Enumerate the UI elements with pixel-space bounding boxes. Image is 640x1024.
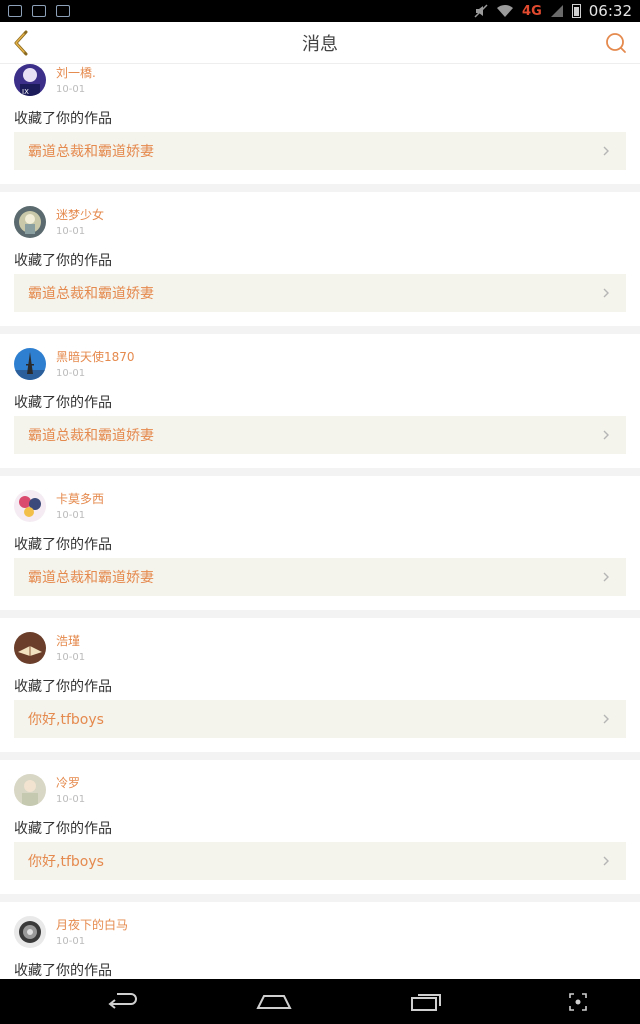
- username[interactable]: 刘一橋.: [56, 64, 96, 81]
- mute-icon: [474, 4, 488, 18]
- message-action: 收藏了你的作品: [14, 537, 112, 553]
- user-avatar-image: [14, 206, 46, 238]
- work-link[interactable]: 霸道总裁和霸道娇妻: [14, 416, 626, 454]
- clock: 06:32: [588, 2, 632, 20]
- work-link[interactable]: 霸道总裁和霸道娇妻: [14, 558, 626, 596]
- back-button[interactable]: [6, 26, 36, 60]
- download-notification-icon: [32, 5, 46, 17]
- app-header: 消息: [0, 22, 640, 64]
- svg-text:IX: IX: [22, 88, 29, 96]
- back-arrow-icon: [108, 993, 137, 1009]
- message-action: 收藏了你的作品: [14, 111, 112, 127]
- message-item[interactable]: 黑暗天使1870 10-01 收藏了你的作品 霸道总裁和霸道娇妻: [0, 334, 640, 468]
- message-item[interactable]: 冷罗 10-01 收藏了你的作品 你好,tfboys: [0, 760, 640, 894]
- chevron-right-icon: [603, 288, 609, 298]
- message-date: 10-01: [56, 652, 86, 663]
- message-action: 收藏了你的作品: [14, 821, 112, 837]
- message-action: 收藏了你的作品: [14, 395, 112, 411]
- avatar[interactable]: [14, 774, 46, 806]
- username[interactable]: 迷梦少女: [56, 206, 104, 223]
- work-title: 霸道总裁和霸道娇妻: [28, 428, 154, 444]
- wifi-icon: [497, 4, 514, 17]
- system-nav-bar: [0, 979, 640, 1024]
- page-title: 消息: [302, 33, 338, 55]
- home-icon: [256, 995, 292, 1009]
- chevron-right-icon: [603, 856, 609, 866]
- message-date: 10-01: [56, 226, 86, 237]
- message-date: 10-01: [56, 84, 86, 95]
- username[interactable]: 冷罗: [56, 774, 80, 791]
- message-item[interactable]: 浩瑾 10-01 收藏了你的作品 你好,tfboys: [0, 618, 640, 752]
- search-button[interactable]: [602, 29, 630, 57]
- user-avatar-image: [14, 774, 46, 806]
- message-list[interactable]: IX 刘一橋. 10-01 收藏了你的作品 霸道总裁和霸道娇妻 迷梦少女 10-…: [0, 64, 640, 979]
- message-date: 10-01: [56, 368, 86, 379]
- work-title: 你好,tfboys: [28, 712, 104, 728]
- message-date: 10-01: [56, 510, 86, 521]
- recent-apps-icon: [411, 994, 441, 1011]
- user-avatar-image: [14, 916, 46, 948]
- chevron-right-icon: [603, 430, 609, 440]
- message-item[interactable]: IX 刘一橋. 10-01 收藏了你的作品 霸道总裁和霸道娇妻: [0, 64, 640, 184]
- status-bar-system: 4G 06:32: [474, 2, 632, 20]
- status-bar: 4G 06:32: [0, 0, 640, 22]
- chevron-right-icon: [603, 714, 609, 724]
- username[interactable]: 卡莫多西: [56, 490, 104, 507]
- user-avatar-image: [14, 348, 46, 380]
- work-link[interactable]: 霸道总裁和霸道娇妻: [14, 132, 626, 170]
- screenshot-icon: [569, 993, 587, 1011]
- work-title: 霸道总裁和霸道娇妻: [28, 570, 154, 586]
- message-item[interactable]: 迷梦少女 10-01 收藏了你的作品 霸道总裁和霸道娇妻: [0, 192, 640, 326]
- user-avatar-image: [14, 632, 46, 664]
- username[interactable]: 浩瑾: [56, 632, 80, 649]
- chevron-right-icon: [603, 146, 609, 156]
- status-bar-notifications: [8, 5, 70, 17]
- work-link[interactable]: 你好,tfboys: [14, 700, 626, 738]
- search-icon: [606, 33, 626, 53]
- avatar[interactable]: [14, 206, 46, 238]
- avatar[interactable]: [14, 490, 46, 522]
- nav-home-button[interactable]: [252, 987, 296, 1017]
- nav-back-button[interactable]: [100, 987, 144, 1017]
- message-action: 收藏了你的作品: [14, 963, 112, 979]
- work-link[interactable]: 你好,tfboys: [14, 842, 626, 880]
- work-title: 霸道总裁和霸道娇妻: [28, 144, 154, 160]
- username[interactable]: 月夜下的白马: [56, 916, 128, 933]
- network-type: 4G: [522, 3, 542, 19]
- message-date: 10-01: [56, 936, 86, 947]
- chevron-left-icon: [14, 30, 28, 56]
- user-avatar-image: [14, 490, 46, 522]
- battery-icon: [571, 4, 581, 18]
- avatar[interactable]: IX: [14, 64, 46, 96]
- avatar[interactable]: [14, 632, 46, 664]
- image-notification-icon: [56, 5, 70, 17]
- username[interactable]: 黑暗天使1870: [56, 348, 135, 365]
- app-notification-icon: [8, 5, 22, 17]
- message-item[interactable]: 月夜下的白马 10-01 收藏了你的作品: [0, 902, 640, 979]
- avatar[interactable]: [14, 916, 46, 948]
- user-avatar-image: IX: [14, 64, 46, 96]
- message-action: 收藏了你的作品: [14, 679, 112, 695]
- avatar[interactable]: [14, 348, 46, 380]
- signal-icon: [550, 5, 563, 17]
- nav-recents-button[interactable]: [404, 987, 448, 1017]
- message-action: 收藏了你的作品: [14, 253, 112, 269]
- work-title: 霸道总裁和霸道娇妻: [28, 286, 154, 302]
- message-item[interactable]: 卡莫多西 10-01 收藏了你的作品 霸道总裁和霸道娇妻: [0, 476, 640, 610]
- chevron-right-icon: [603, 572, 609, 582]
- message-date: 10-01: [56, 794, 86, 805]
- work-link[interactable]: 霸道总裁和霸道娇妻: [14, 274, 626, 312]
- work-title: 你好,tfboys: [28, 854, 104, 870]
- nav-screenshot-button[interactable]: [556, 987, 600, 1017]
